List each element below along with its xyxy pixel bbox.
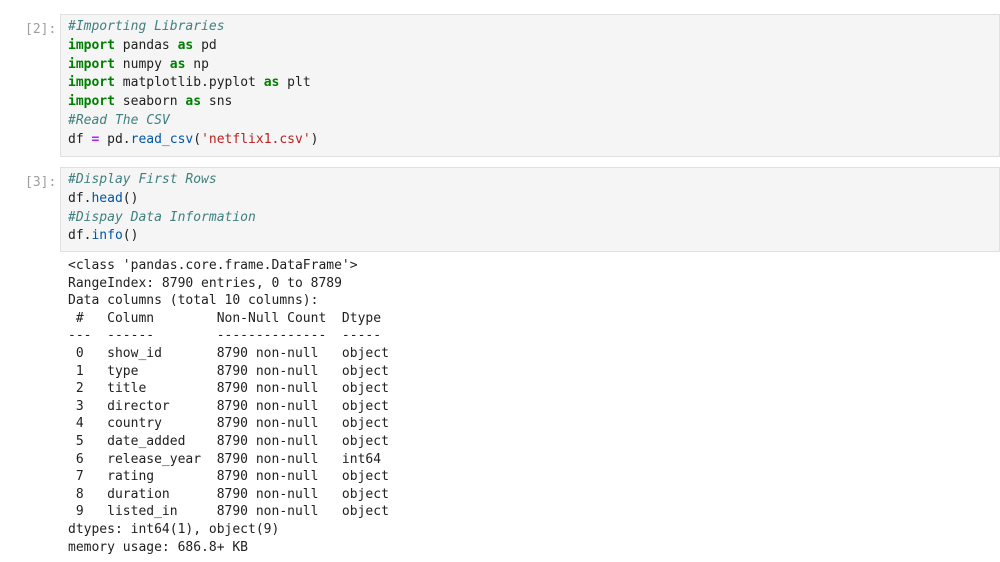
code-token: () xyxy=(122,228,139,244)
code-input-area[interactable]: #Importing Libraries import pandas as pd i… xyxy=(60,14,1000,157)
code-token: 'netflix1.csv' xyxy=(201,131,311,147)
code-token: head xyxy=(91,190,123,206)
code-token: import xyxy=(68,56,115,72)
code-line: import pandas as pd xyxy=(68,37,999,56)
code-token: () xyxy=(122,190,139,206)
code-token: ( xyxy=(193,131,202,147)
code-token: pd xyxy=(193,37,217,53)
code-token: read_csv xyxy=(130,131,194,147)
code-token: pandas xyxy=(114,37,178,53)
code-token: sns xyxy=(201,94,233,110)
code-token: plt xyxy=(279,75,311,91)
output-line: <class 'pandas.core.frame.DataFrame'> xyxy=(68,258,358,273)
code-line: df.head() xyxy=(68,190,999,209)
code-token: as xyxy=(263,75,280,91)
output-line: 7 rating 8790 non-null object xyxy=(68,469,389,485)
code-token: np xyxy=(185,56,209,72)
output-line: --- ------ -------------- ----- xyxy=(68,328,389,344)
output-line: 4 country 8790 non-null object xyxy=(68,416,389,432)
code-input-area[interactable]: #Display First Rows df.head() #Dispay Data… xyxy=(60,167,1000,252)
code-token: #Dispay Data Information xyxy=(68,209,256,225)
code-token: import xyxy=(68,94,115,110)
code-token: import xyxy=(68,75,115,91)
code-token: as xyxy=(169,56,186,72)
code-line: df.info() xyxy=(68,227,999,246)
code-token: import xyxy=(68,37,115,53)
code-token: ) xyxy=(310,131,319,147)
code-token: as xyxy=(177,37,194,53)
output-line: 9 listed_in 8790 non-null object xyxy=(68,504,389,520)
output-line: 2 title 8790 non-null object xyxy=(68,381,389,397)
output-line: 8 duration 8790 non-null object xyxy=(68,486,389,502)
output-line: dtypes: int64(1), object(9) xyxy=(68,521,280,537)
output-line: 5 date_added 8790 non-null object xyxy=(68,433,389,449)
code-token: matplotlib.pyplot xyxy=(114,75,264,91)
code-line: #Display First Rows xyxy=(68,171,999,190)
output-line: memory usage: 686.8+ KB xyxy=(68,539,249,555)
output-line: 6 release_year 8790 non-null int64 xyxy=(68,451,389,467)
code-token: df. xyxy=(68,190,92,206)
code-line: df = pd.read_csv('netflix1.csv') xyxy=(68,131,999,150)
code-token: pd. xyxy=(99,131,131,147)
output-line: 0 show_id 8790 non-null object xyxy=(68,345,389,361)
code-token: info xyxy=(91,228,123,244)
cell-prompt: [3]: xyxy=(25,175,57,190)
code-token: seaborn xyxy=(114,94,186,110)
cell-output: <class 'pandas.core.frame.DataFrame'> Ran… xyxy=(68,257,1000,556)
code-line: #Read The CSV xyxy=(68,112,999,131)
output-line: Data columns (total 10 columns): xyxy=(68,293,319,309)
code-line: import matplotlib.pyplot as plt xyxy=(68,74,999,93)
output-line: 3 director 8790 non-null object xyxy=(68,398,389,414)
code-token: df xyxy=(68,131,92,147)
code-line: #Dispay Data Information xyxy=(68,209,999,228)
code-token: numpy xyxy=(114,56,170,72)
code-token: as xyxy=(185,94,202,110)
code-line: #Importing Libraries xyxy=(68,18,999,37)
code-line: import numpy as np xyxy=(68,56,999,75)
code-token: #Importing Libraries xyxy=(68,19,225,34)
code-token: #Read The CSV xyxy=(68,112,170,128)
code-token: df. xyxy=(68,228,92,244)
output-line: # Column Non-Null Count Dtype xyxy=(68,310,389,326)
output-line: RangeIndex: 8790 entries, 0 to 8789 xyxy=(68,275,342,291)
code-token: #Display First Rows xyxy=(68,172,217,187)
output-line: 1 type 8790 non-null object xyxy=(68,363,389,379)
cell-prompt: [2]: xyxy=(25,22,57,37)
code-line: import seaborn as sns xyxy=(68,93,999,112)
